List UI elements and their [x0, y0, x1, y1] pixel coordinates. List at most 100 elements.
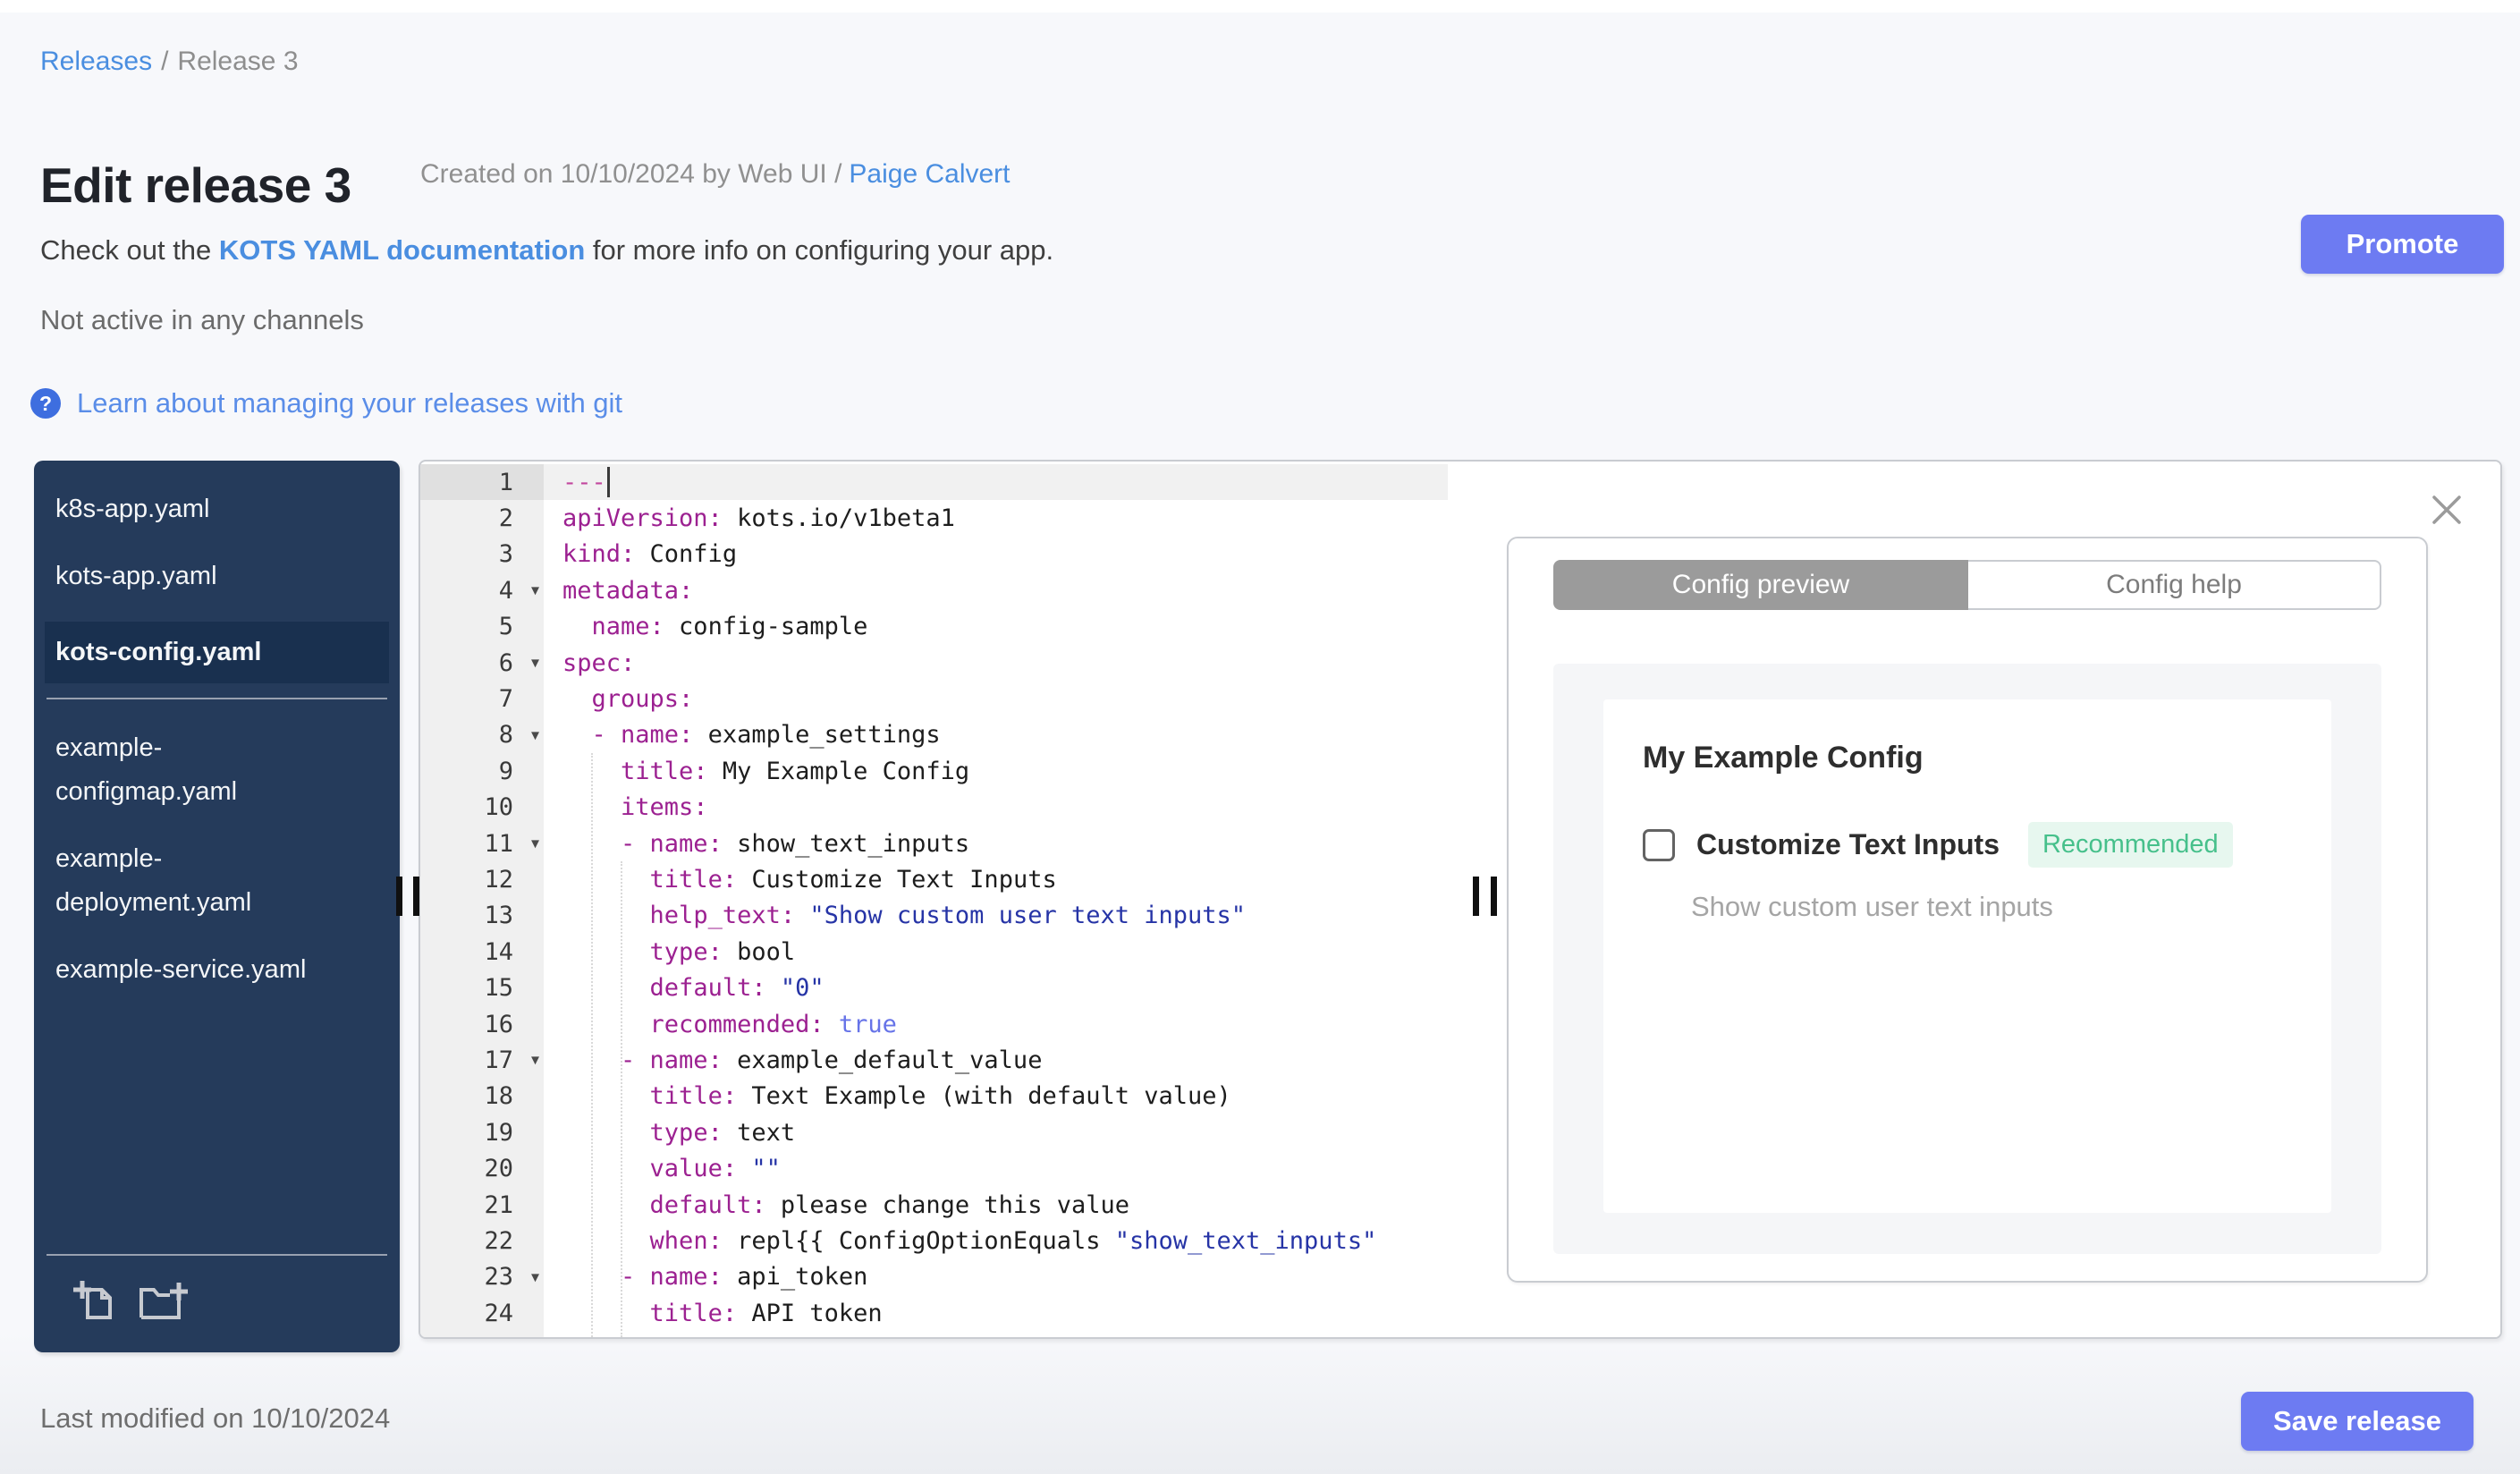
- code-line-content: when: repl{{ ConfigOptionEquals "show_te…: [649, 1226, 1377, 1255]
- file-name-line: example-service.yaml: [55, 955, 307, 984]
- tab-config-help[interactable]: Config help: [1968, 560, 2381, 610]
- breadcrumb: Releases / Release 3: [40, 47, 299, 77]
- sidebar-resize-handle[interactable]: [413, 877, 419, 916]
- code-line-12[interactable]: 12 title: Customize Text Inputs: [420, 861, 1448, 898]
- recommended-badge: Recommended: [2027, 822, 2233, 868]
- save-release-button[interactable]: Save release: [2241, 1392, 2473, 1451]
- code-line-16[interactable]: 16 recommended: true: [420, 1005, 1448, 1043]
- code-line-content: default: "0": [649, 974, 824, 1003]
- text-cursor: [606, 467, 610, 498]
- line-number: 16: [420, 1005, 544, 1043]
- code-line-content: title: Customize Text Inputs: [649, 865, 1057, 894]
- sidebar-item-k8s-app.yaml[interactable]: k8s-app.yaml: [34, 487, 400, 531]
- new-folder-icon[interactable]: [138, 1277, 190, 1324]
- chevron-down-icon[interactable]: ▾: [531, 1267, 539, 1286]
- file-tree-sidebar: k8s-app.yaml kots-app.yaml kots-config.yam…: [34, 461, 400, 1352]
- file-tree-actions: [47, 1254, 387, 1352]
- file-name-line: deployment.yaml: [55, 888, 252, 917]
- code-line-content: value: "": [649, 1155, 781, 1183]
- created-info: Created on 10/10/2024 by Web UI / Paige C…: [420, 159, 1011, 190]
- sidebar-item-example-service.yaml[interactable]: example-service.yaml: [34, 948, 400, 992]
- indent-guide: [591, 753, 593, 1337]
- line-number: 4 ▾: [420, 572, 544, 609]
- line-number: 6 ▾: [420, 644, 544, 682]
- code-line-content: title: API token: [649, 1299, 883, 1327]
- line-number: 9: [420, 753, 544, 790]
- config-item-row: Customize Text Inputs Recommended: [1643, 822, 2292, 868]
- code-line-3[interactable]: 3 kind: Config: [420, 536, 1448, 573]
- chevron-down-icon[interactable]: ▾: [531, 1051, 539, 1070]
- code-line-content: type: password: [544, 1331, 1448, 1337]
- line-number: 20: [420, 1150, 544, 1187]
- line-number: 23 ▾: [420, 1258, 544, 1295]
- code-line-15[interactable]: 15 default: "0": [420, 970, 1448, 1006]
- code-line-content: - name: example_settings: [591, 721, 941, 750]
- breadcrumb-releases-link[interactable]: Releases: [40, 47, 152, 76]
- code-line-17[interactable]: 17 ▾ - name: example_default_value: [420, 1042, 1448, 1079]
- code-line-24[interactable]: 24 title: API token: [420, 1294, 1448, 1332]
- code-editor[interactable]: 1 --- 2 apiVersion: kots.io/v1beta1 3 kind: C…: [420, 462, 1448, 1337]
- question-circle-icon[interactable]: ?: [30, 388, 61, 419]
- code-line-18[interactable]: 18 title: Text Example (with default val…: [420, 1078, 1448, 1115]
- code-line-21[interactable]: 21 default: please change this value: [420, 1186, 1448, 1224]
- code-line-25[interactable]: 25 type: password: [420, 1331, 1448, 1337]
- file-name-line: kots-config.yaml: [55, 638, 262, 666]
- tab-config-preview[interactable]: Config preview: [1553, 560, 1968, 610]
- code-line-5[interactable]: 5 name: config-sample: [420, 608, 1448, 645]
- line-number: 18: [420, 1078, 544, 1115]
- code-line-9[interactable]: 9 title: My Example Config: [420, 753, 1448, 790]
- line-number: 7: [420, 681, 544, 717]
- config-group-title: My Example Config: [1643, 741, 1924, 775]
- chevron-down-icon[interactable]: ▾: [531, 725, 539, 744]
- config-preview-pane: Config preview Config help My Example Con…: [1448, 462, 2500, 1337]
- git-releases-link[interactable]: Learn about managing your releases with …: [77, 387, 622, 419]
- code-line-content: kind: Config: [562, 540, 738, 569]
- customize-text-inputs-checkbox[interactable]: [1643, 828, 1675, 861]
- chevron-down-icon[interactable]: ▾: [531, 581, 539, 600]
- close-icon[interactable]: [2429, 492, 2465, 528]
- code-line-20[interactable]: 20 value: "": [420, 1150, 1448, 1187]
- code-line-content: metadata:: [562, 576, 694, 605]
- new-file-icon[interactable]: [72, 1277, 118, 1324]
- code-line-13[interactable]: 13 help_text: "Show custom user text inp…: [420, 897, 1448, 935]
- breadcrumb-separator: /: [161, 47, 169, 76]
- code-line-8[interactable]: 8 ▾ - name: example_settings: [420, 716, 1448, 754]
- line-number: 2: [420, 500, 544, 537]
- code-line-23[interactable]: 23 ▾ - name: api_token: [420, 1258, 1448, 1295]
- preview-body: My Example Config Customize Text Inputs …: [1553, 664, 2381, 1254]
- preview-resize-handle[interactable]: [1491, 877, 1497, 916]
- sidebar-item-example-configmap.yaml[interactable]: example-configmap.yaml: [34, 726, 400, 814]
- line-number: 17 ▾: [420, 1042, 544, 1079]
- code-line-content: title: My Example Config: [621, 757, 970, 785]
- code-line-7[interactable]: 7 groups:: [420, 681, 1448, 717]
- preview-tabs: Config preview Config help: [1553, 560, 2381, 610]
- chevron-down-icon[interactable]: ▾: [531, 654, 539, 673]
- code-line-1[interactable]: 1 ---: [420, 464, 1448, 501]
- line-number: 1: [420, 464, 544, 501]
- kots-yaml-doc-link[interactable]: KOTS YAML documentation: [219, 234, 585, 266]
- promote-button[interactable]: Promote: [2301, 215, 2504, 274]
- sidebar-resize-handle[interactable]: [396, 877, 402, 916]
- chevron-down-icon[interactable]: ▾: [531, 834, 539, 853]
- code-line-14[interactable]: 14 type: bool: [420, 934, 1448, 970]
- git-help-row: ? Learn about managing your releases wit…: [30, 387, 622, 419]
- channel-status: Not active in any channels: [40, 304, 364, 335]
- code-line-6[interactable]: 6 ▾ spec:: [420, 644, 1448, 682]
- sidebar-item-kots-app.yaml[interactable]: kots-app.yaml: [34, 555, 400, 598]
- author-link[interactable]: Paige Calvert: [849, 159, 1010, 189]
- code-line-10[interactable]: 10 items:: [420, 789, 1448, 826]
- line-number: 14: [420, 934, 544, 970]
- code-line-19[interactable]: 19 type: text: [420, 1114, 1448, 1151]
- code-line-4[interactable]: 4 ▾ metadata:: [420, 572, 1448, 609]
- code-line-content: ---: [544, 464, 1448, 501]
- sidebar-item-kots-config.yaml[interactable]: kots-config.yaml: [45, 622, 389, 683]
- config-group-card: My Example Config Customize Text Inputs …: [1603, 699, 2331, 1213]
- preview-resize-handle[interactable]: [1473, 877, 1479, 916]
- code-line-content: items:: [621, 793, 708, 822]
- code-line-11[interactable]: 11 ▾ - name: show_text_inputs: [420, 825, 1448, 862]
- sidebar-item-example-deployment.yaml[interactable]: example-deployment.yaml: [34, 837, 400, 925]
- code-line-content: groups:: [591, 685, 694, 714]
- code-line-22[interactable]: 22 when: repl{{ ConfigOptionEquals "show…: [420, 1223, 1448, 1259]
- line-number: 15: [420, 970, 544, 1006]
- code-line-2[interactable]: 2 apiVersion: kots.io/v1beta1: [420, 500, 1448, 537]
